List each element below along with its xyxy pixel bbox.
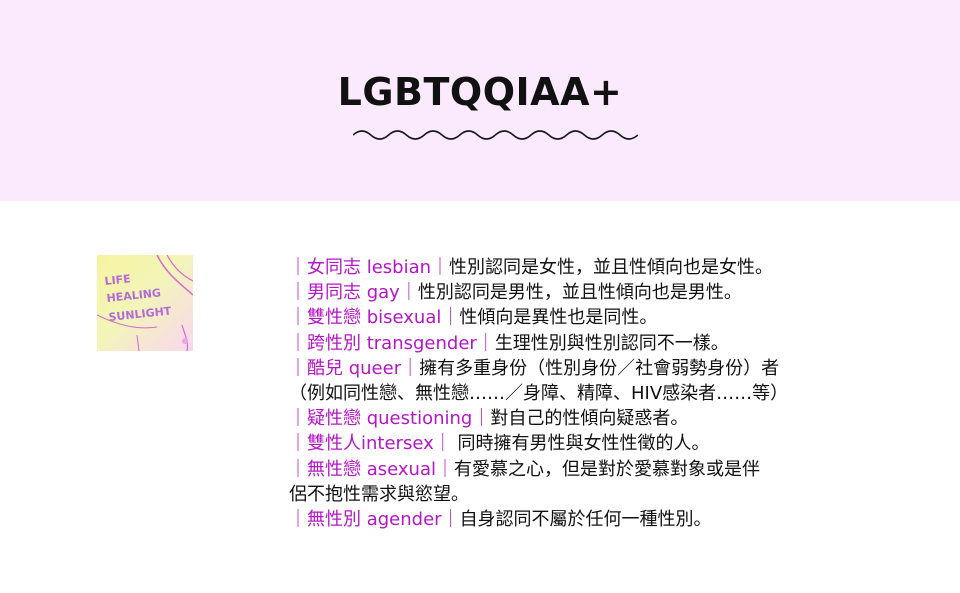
definition-term: ｜跨性別 transgender｜	[289, 332, 495, 354]
definition-item: ｜男同志 gay｜性別認同是男性，並且性傾向也是男性。	[289, 280, 849, 305]
definition-term: ｜男同志 gay｜	[289, 282, 418, 304]
definition-description: 對自己的性傾向疑惑者。	[490, 408, 689, 430]
svg-text:SUNLIGHT: SUNLIGHT	[108, 304, 172, 324]
definition-item: ｜跨性別 transgender｜生理性別與性別認同不一樣。	[289, 331, 849, 356]
definition-description: 性別認同是女性，並且性傾向也是女性。	[449, 257, 774, 278]
definition-term: ｜雙性戀 bisexual｜	[289, 307, 460, 329]
definition-continuation: （例如同性戀、無性戀……／身障、精障、HIV感染者……等）	[289, 382, 789, 404]
artwork-thumbnail-icon: LIFE HEALING SUNLIGHT	[97, 255, 193, 351]
definition-item: ｜無性別 agender｜自身認同不屬於任何一種性別。	[289, 507, 849, 532]
definitions-list: ｜女同志 lesbian｜性別認同是女性，並且性傾向也是女性。 ｜男同志 gay｜…	[289, 255, 849, 532]
definition-term: ｜酷兒 queer｜	[289, 357, 420, 379]
definition-description: 性別認同是男性，並且性傾向也是男性。	[417, 282, 742, 304]
definition-item: ｜酷兒 queer｜擁有多重身份（性別身份／社會弱勢身份）者	[289, 356, 849, 381]
definition-item: ｜雙性人intersex｜ 同時擁有男性與女性性徵的人。	[289, 431, 849, 456]
definition-term: ｜疑性戀 questioning｜	[289, 408, 491, 430]
definition-description: 同時擁有男性與女性性徵的人。	[451, 433, 710, 455]
page-title: LGBTQQIAA+	[337, 70, 623, 114]
definition-item: ｜女同志 lesbian｜性別認同是女性，並且性傾向也是女性。	[289, 255, 849, 280]
definition-term: ｜無性別 agender｜	[289, 508, 460, 530]
page: LGBTQQIAA+ LIFE HEALING SUNLIGHT ｜女同志 le…	[0, 0, 960, 593]
definition-item: ｜無性戀 asexual｜有愛慕之心，但是對於愛慕對象或是伴	[289, 457, 849, 482]
definition-item: ｜疑性戀 questioning｜對自己的性傾向疑惑者。	[289, 406, 849, 431]
definition-description: 自身認同不屬於任何一種性別。	[459, 508, 712, 530]
definition-term: ｜無性戀 asexual｜	[289, 458, 454, 480]
wave-divider-icon	[353, 130, 638, 140]
definition-term: ｜雙性人intersex｜	[289, 433, 452, 455]
svg-text:LIFE: LIFE	[104, 272, 131, 288]
definition-term: ｜女同志 lesbian｜	[289, 257, 450, 278]
definition-description: 有愛慕之心，但是對於愛慕對象或是伴	[453, 458, 760, 480]
header-banner: LGBTQQIAA+	[0, 0, 960, 201]
definition-description: 擁有多重身份（性別身份／社會弱勢身份）者	[419, 357, 780, 379]
definition-continuation: 侶不抱性需求與慾望。	[289, 483, 469, 505]
definition-item: ｜雙性戀 bisexual｜性傾向是異性也是同性。	[289, 305, 849, 330]
definition-description: 生理性別與性別認同不一樣。	[494, 332, 729, 354]
svg-text:HEALING: HEALING	[106, 286, 162, 305]
definition-description: 性傾向是異性也是同性。	[459, 307, 658, 329]
